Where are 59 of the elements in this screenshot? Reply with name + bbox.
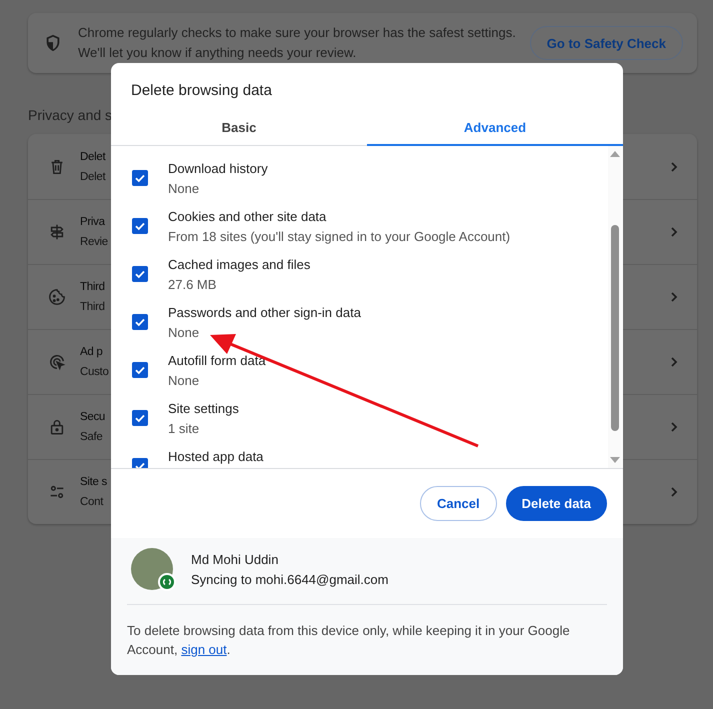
item-detail: None	[168, 324, 200, 342]
lock-icon	[48, 418, 66, 436]
cancel-button[interactable]: Cancel	[420, 486, 497, 521]
item-detail: None	[168, 180, 200, 198]
checkbox[interactable]	[132, 218, 148, 234]
safety-check-text: Chrome regularly checks to make sure your browser has the safest settings.	[78, 24, 517, 42]
checkbox-label: Hosted app data	[168, 448, 264, 466]
checkbox-label: Site settings	[168, 400, 239, 418]
sync-icon	[158, 573, 176, 591]
item-detail: From 18 sites (you'll stay signed in to your Google Account)	[168, 228, 510, 246]
checkbox-label: Passwords and other sign-in data	[168, 304, 361, 322]
checkbox[interactable]	[132, 362, 148, 378]
cookie-icon	[48, 288, 66, 306]
sign-out-note: To delete browsing data from this device only, while keeping it in your Google Account, sign out.	[127, 622, 571, 659]
scrollbar[interactable]	[608, 146, 622, 468]
setting-title: Delet	[80, 150, 106, 164]
setting-title: Site s	[80, 475, 107, 490]
checkbox[interactable]	[132, 170, 148, 186]
tab[interactable]: Advanced	[367, 110, 623, 146]
section-heading: Privacy and s	[28, 107, 114, 125]
checkbox[interactable]	[132, 410, 148, 426]
chevron-right-icon[interactable]	[669, 487, 679, 497]
sign-out-link[interactable]: sign out	[181, 642, 227, 657]
chevron-right-icon[interactable]	[669, 162, 679, 172]
tab[interactable]: Basic	[111, 110, 367, 146]
sliders-icon	[48, 483, 66, 501]
checkbox-label: Autofill form data	[168, 352, 266, 370]
checkbox-label: Cookies and other site data	[168, 208, 326, 226]
checkbox-label: Cached images and files	[168, 256, 310, 274]
checkbox[interactable]	[132, 314, 148, 330]
setting-title: Third	[80, 280, 105, 295]
scroll-down-icon[interactable]	[610, 457, 620, 463]
dialog-title: Delete browsing data	[130, 81, 273, 101]
chevron-right-icon[interactable]	[669, 292, 679, 302]
item-detail: 27.6 MB	[168, 276, 216, 294]
setting-title: Ad p	[80, 345, 102, 360]
checkbox[interactable]	[132, 266, 148, 282]
scroll-up-icon[interactable]	[610, 151, 620, 157]
setting-description: Safe	[80, 430, 102, 445]
setting-title: Secu	[80, 410, 106, 425]
sync-status: Syncing to mohi.6644@gmail.com	[191, 571, 388, 589]
item-detail: 1 site	[168, 420, 200, 438]
target-icon	[48, 353, 66, 371]
shield-icon	[44, 34, 62, 52]
signpost-icon	[48, 223, 66, 241]
chevron-right-icon[interactable]	[669, 422, 679, 432]
safety-check-text: We'll let you know if anything needs your review.	[78, 44, 358, 62]
setting-description: Revie	[80, 235, 108, 250]
checkbox-label: Download history	[168, 160, 268, 178]
delete-data-button[interactable]: Delete data	[506, 486, 607, 521]
account-name: Md Mohi Uddin	[191, 551, 278, 569]
setting-description: Cont	[80, 495, 104, 510]
setting-description: Delet	[80, 170, 106, 184]
setting-description: Custo	[80, 365, 109, 380]
chevron-right-icon[interactable]	[669, 227, 679, 237]
setting-title: Priva	[80, 215, 105, 230]
setting-description: Third	[80, 300, 105, 315]
chevron-right-icon[interactable]	[669, 357, 679, 367]
item-detail: None	[168, 372, 200, 390]
